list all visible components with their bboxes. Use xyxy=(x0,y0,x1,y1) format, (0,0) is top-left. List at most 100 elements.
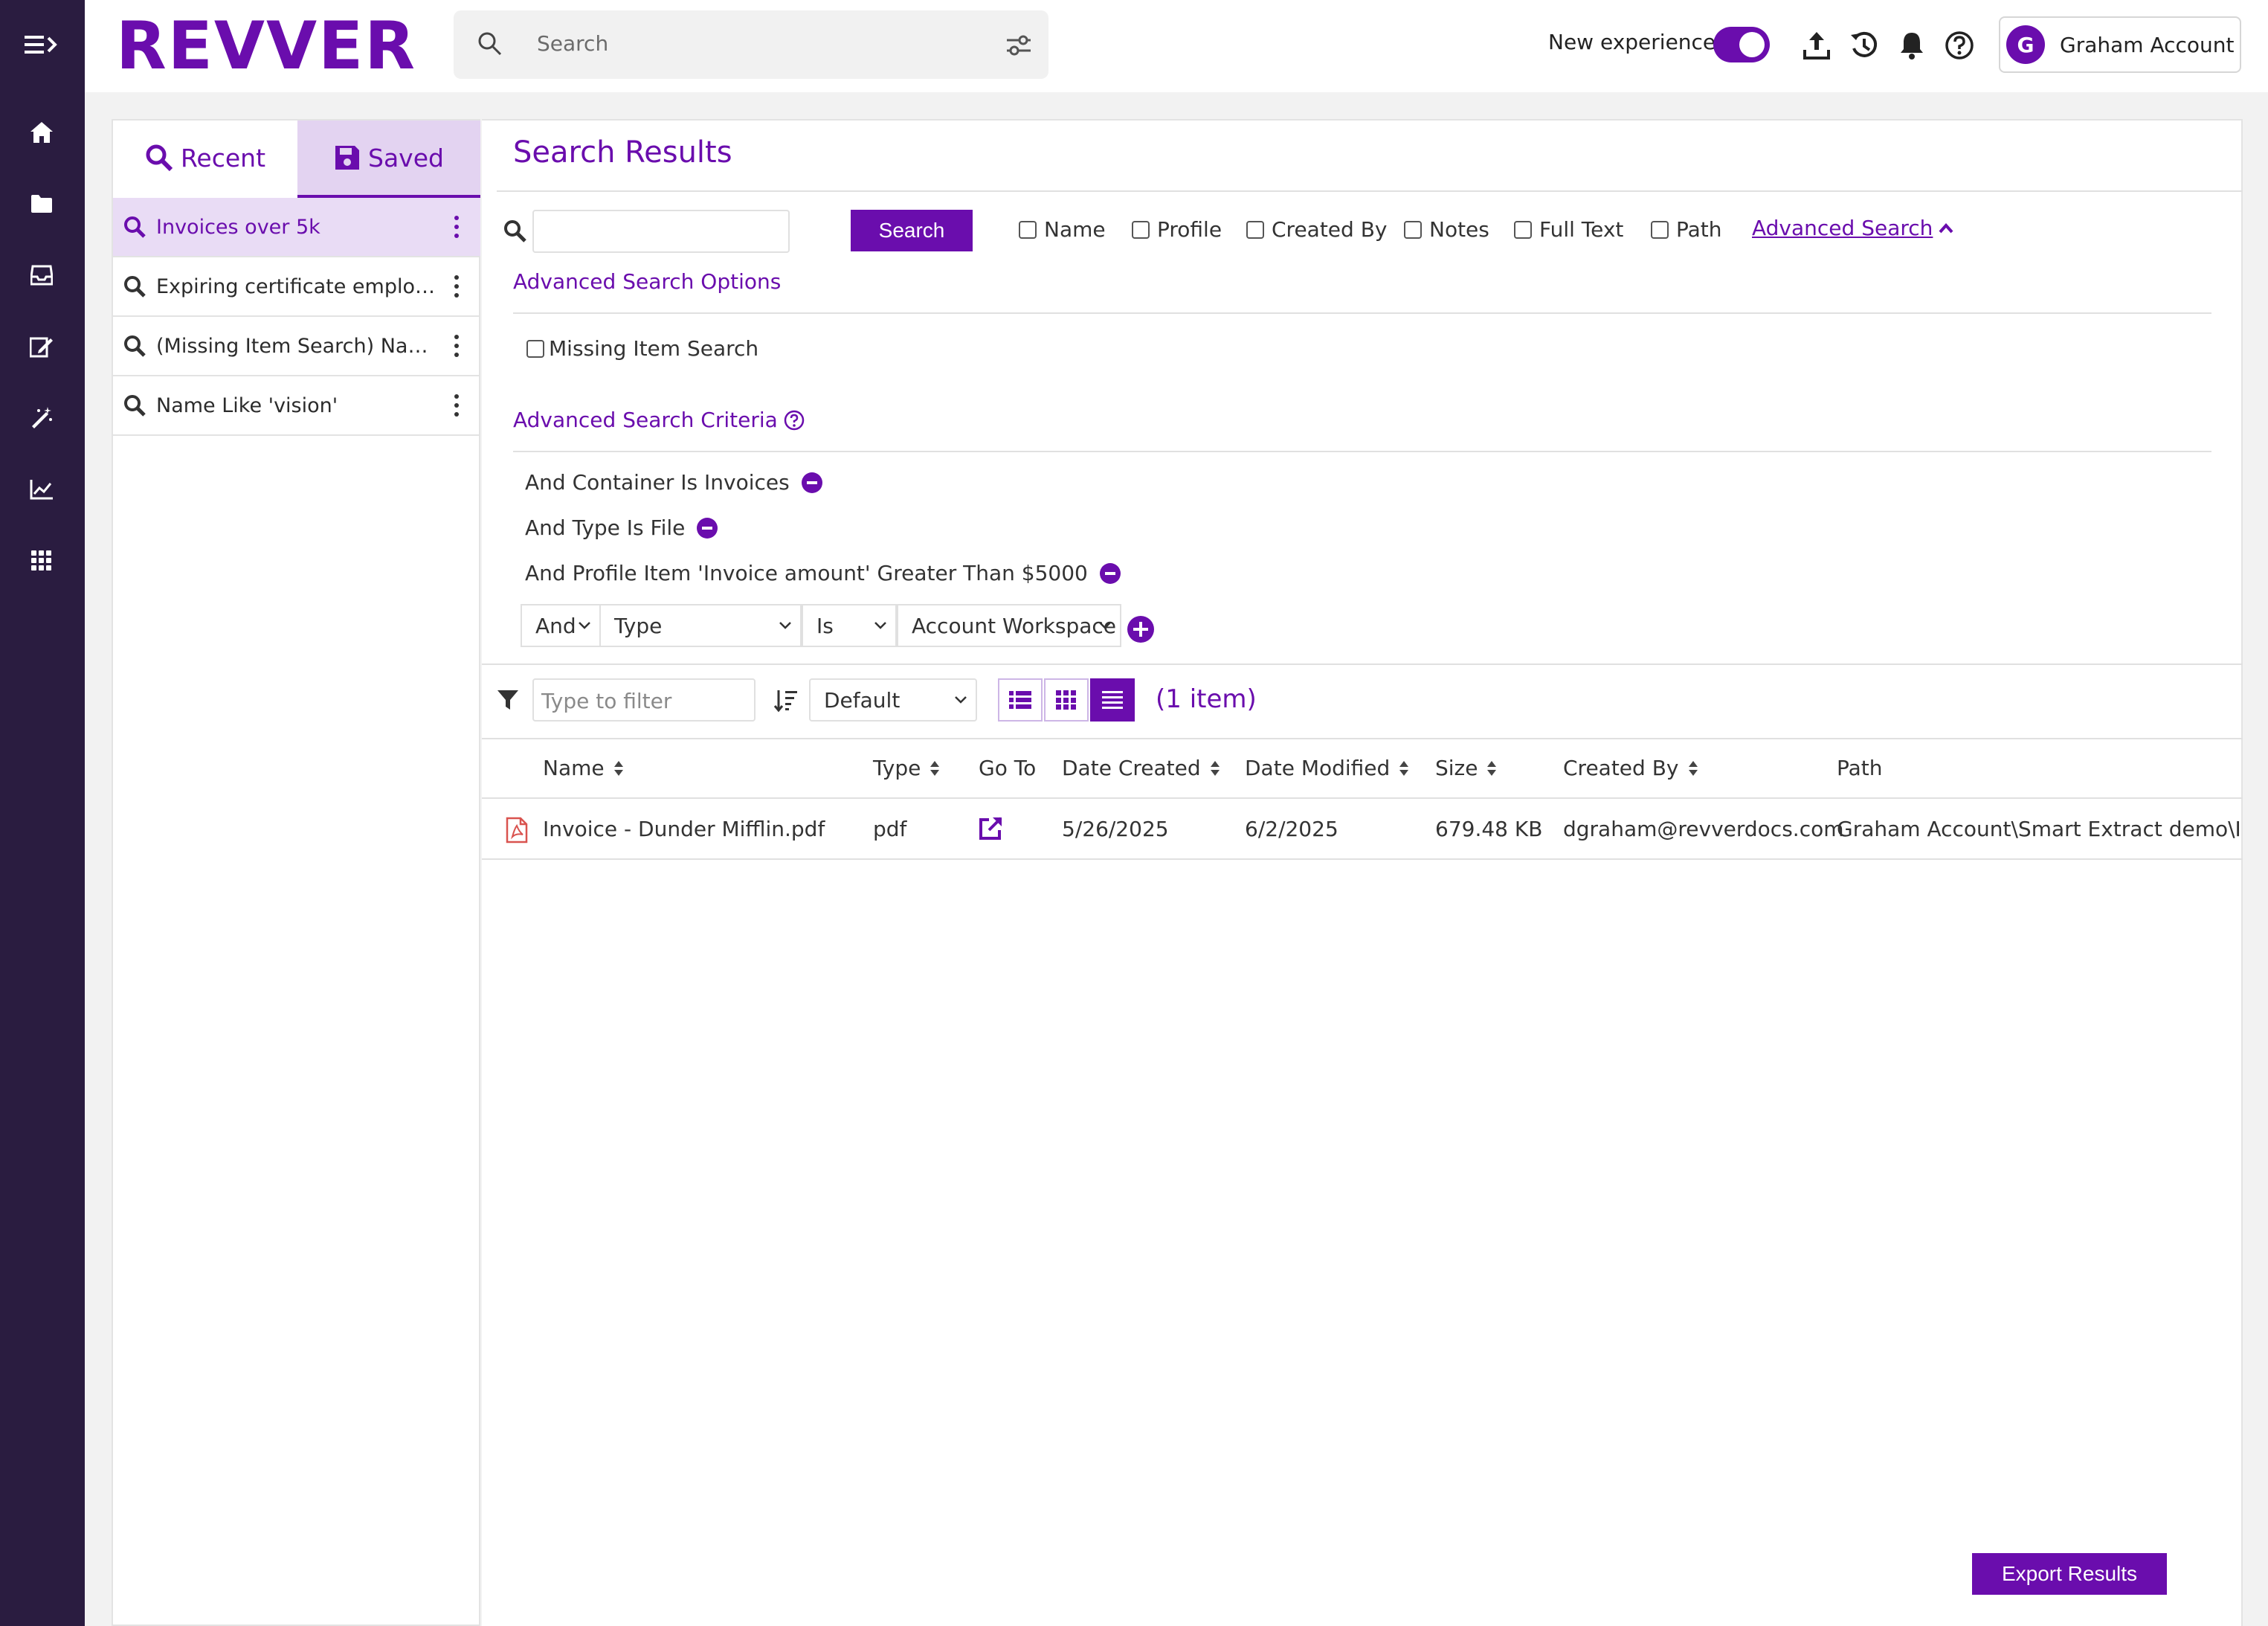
sort-select[interactable]: Default xyxy=(809,678,977,722)
checkbox-notes[interactable]: Notes xyxy=(1404,217,1489,242)
field-select[interactable]: Type xyxy=(599,604,802,647)
saved-search-item[interactable]: Name Like 'vision' xyxy=(113,376,480,436)
checkbox-created-by[interactable]: Created By xyxy=(1246,217,1388,242)
cell-size: 679.48 KB xyxy=(1435,817,1543,841)
checkbox-missing-item-search[interactable]: Missing Item Search xyxy=(526,336,758,361)
view-table-button[interactable] xyxy=(1090,678,1135,722)
bell-icon[interactable] xyxy=(1895,28,1929,62)
chevron-down-icon xyxy=(579,622,590,629)
search-query-input[interactable] xyxy=(532,210,790,253)
menu-expand-icon[interactable] xyxy=(24,27,59,62)
search-icon xyxy=(124,395,146,417)
export-results-button[interactable]: Export Results xyxy=(1972,1553,2167,1595)
column-header-size[interactable]: Size xyxy=(1435,756,1497,780)
advanced-search-link-label: Advanced Search xyxy=(1752,216,1933,240)
more-options-icon[interactable] xyxy=(454,393,460,418)
criteria-text: And Container Is Invoices xyxy=(525,470,790,495)
checkbox-box[interactable] xyxy=(1132,220,1150,239)
remove-criteria-icon[interactable] xyxy=(1099,562,1121,584)
cell-name[interactable]: Invoice - Dunder Mifflin.pdf xyxy=(543,817,825,841)
remove-criteria-icon[interactable] xyxy=(801,472,822,493)
saved-search-item[interactable]: Expiring certificate employe... xyxy=(113,257,480,317)
sort-order-icon[interactable] xyxy=(773,689,799,713)
table-row[interactable]: Invoice - Dunder Mifflin.pdf pdf 5/26/20… xyxy=(482,799,2243,858)
view-list-button[interactable] xyxy=(998,678,1043,722)
divider xyxy=(482,858,2243,860)
value-select[interactable]: Account Workspace xyxy=(897,604,1121,647)
add-criteria-icon[interactable] xyxy=(1127,616,1154,643)
conjunction-select[interactable]: And xyxy=(521,604,601,647)
checkbox-name[interactable]: Name xyxy=(1019,217,1106,242)
apps-grid-icon[interactable] xyxy=(24,543,59,579)
revver-logo[interactable]: REVVER xyxy=(116,7,416,84)
account-menu-button[interactable]: G Graham Account xyxy=(1999,16,2241,73)
new-experience-toggle[interactable] xyxy=(1713,27,1770,62)
chevron-down-icon xyxy=(874,622,886,629)
checkbox-box[interactable] xyxy=(1019,220,1037,239)
advanced-search-options-heading: Advanced Search Options xyxy=(513,269,782,294)
tab-saved[interactable]: Saved xyxy=(297,120,480,198)
page-title: Search Results xyxy=(513,135,732,170)
list-view-icon xyxy=(1009,691,1031,709)
tab-recent[interactable]: Recent xyxy=(113,120,297,195)
upload-icon[interactable] xyxy=(1800,28,1834,62)
column-header-date-created[interactable]: Date Created xyxy=(1062,756,1220,780)
checkbox-box[interactable] xyxy=(1404,220,1422,239)
more-options-icon[interactable] xyxy=(454,214,460,240)
magic-wand-icon[interactable] xyxy=(24,400,59,436)
column-header-created-by[interactable]: Created By xyxy=(1563,756,1698,780)
search-button[interactable]: Search xyxy=(851,210,973,251)
chevron-up-icon xyxy=(1939,222,1953,233)
column-header-name[interactable]: Name xyxy=(543,756,624,780)
history-icon[interactable] xyxy=(1847,28,1881,62)
saved-search-label: Invoices over 5k xyxy=(156,215,320,239)
saved-search-item[interactable]: (Missing Item Search) Name... xyxy=(113,317,480,376)
help-icon[interactable] xyxy=(784,410,805,431)
filter-icon xyxy=(497,690,518,710)
saved-search-label: (Missing Item Search) Name... xyxy=(156,334,439,358)
checkbox-box[interactable] xyxy=(526,339,544,358)
global-search-placeholder: Search xyxy=(537,31,609,56)
more-options-icon[interactable] xyxy=(454,274,460,299)
checkbox-box[interactable] xyxy=(1514,220,1532,239)
external-link-icon[interactable] xyxy=(979,815,1004,841)
filter-input[interactable]: Type to filter xyxy=(532,678,756,722)
view-grid-button[interactable] xyxy=(1044,678,1089,722)
divider xyxy=(482,738,2243,739)
checkbox-full-text[interactable]: Full Text xyxy=(1514,217,1623,242)
chart-icon[interactable] xyxy=(24,472,59,507)
saved-search-label: Name Like 'vision' xyxy=(156,393,338,417)
filter-sliders-icon[interactable] xyxy=(1005,34,1032,57)
saved-search-item[interactable]: Invoices over 5k xyxy=(113,198,480,257)
home-icon[interactable] xyxy=(24,115,59,150)
advanced-search-criteria-heading: Advanced Search Criteria xyxy=(513,408,805,432)
operator-select[interactable]: Is xyxy=(802,604,897,647)
column-header-date-modified[interactable]: Date Modified xyxy=(1245,756,1409,780)
folder-icon[interactable] xyxy=(24,186,59,222)
left-nav-rail xyxy=(0,0,85,1626)
sign-icon[interactable] xyxy=(24,329,59,364)
divider xyxy=(497,190,2243,192)
global-search-input[interactable]: Search xyxy=(454,10,1048,79)
more-options-icon[interactable] xyxy=(454,333,460,359)
account-name: Graham Account xyxy=(2060,32,2235,57)
column-header-go-to: Go To xyxy=(979,756,1036,780)
criteria-item: And Profile Item 'Invoice amount' Greate… xyxy=(525,561,1121,585)
saved-search-label: Expiring certificate employe... xyxy=(156,274,439,298)
remove-criteria-icon[interactable] xyxy=(697,517,718,539)
advanced-search-link[interactable]: Advanced Search xyxy=(1752,216,1953,240)
checkbox-path[interactable]: Path xyxy=(1651,217,1722,242)
inbox-icon[interactable] xyxy=(24,257,59,293)
cell-path: Graham Account\Smart Extract demo\Invoic… xyxy=(1837,817,2243,841)
help-icon[interactable] xyxy=(1942,28,1977,62)
checkbox-profile[interactable]: Profile xyxy=(1132,217,1222,242)
search-icon xyxy=(504,220,526,242)
search-icon xyxy=(124,335,146,357)
sort-icon xyxy=(1399,760,1409,776)
column-header-type[interactable]: Type xyxy=(873,756,940,780)
grid-view-icon xyxy=(1056,690,1076,710)
checkbox-box[interactable] xyxy=(1651,220,1669,239)
sort-value: Default xyxy=(824,687,901,713)
column-label: Date Created xyxy=(1062,756,1201,780)
checkbox-box[interactable] xyxy=(1246,220,1264,239)
